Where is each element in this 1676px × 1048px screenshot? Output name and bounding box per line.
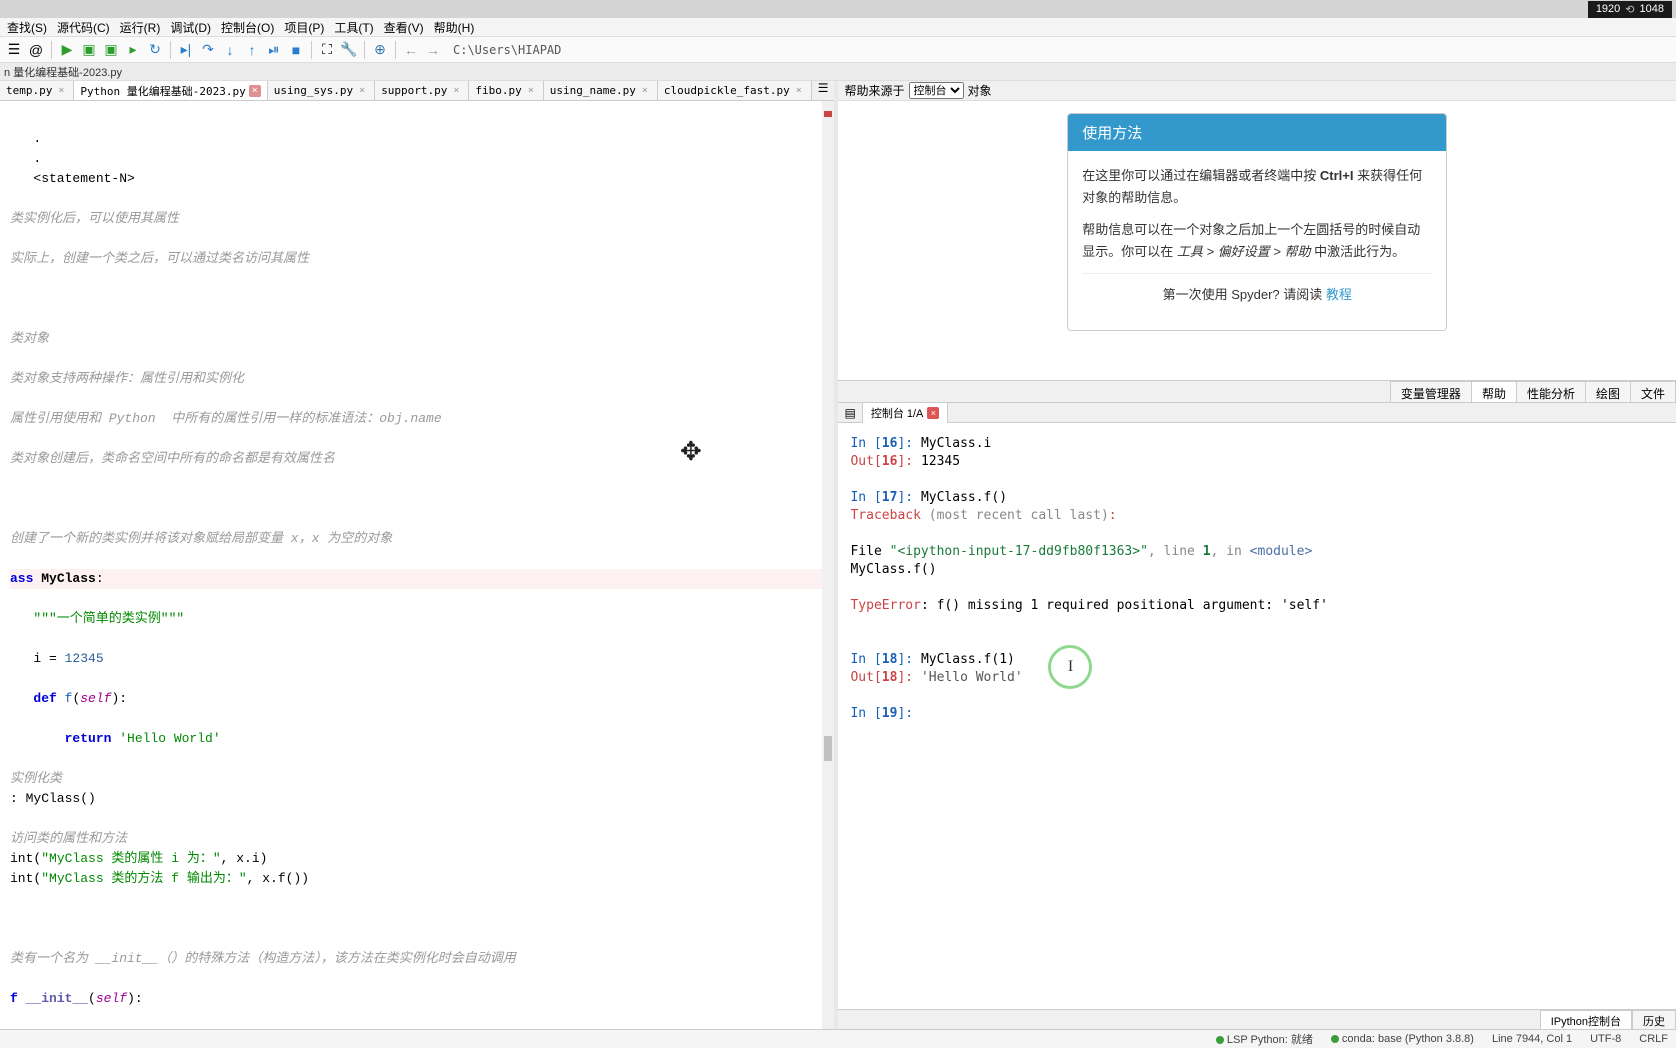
tab-history[interactable]: 历史: [1632, 1010, 1676, 1029]
forward-icon[interactable]: →: [423, 40, 443, 60]
toolbar: ☰ @ ▶ ▣ ▣ ▸ ↻ ▸| ↷ ↓ ↑ ⏯ ■ ⛶ 🔧 ⊕ ← → C:\…: [0, 37, 1676, 63]
right-panel: 帮助来源于 控制台 对象 使用方法 在这里你可以通过在编辑器或者终端中按 Ctr…: [838, 81, 1676, 1029]
menu-console[interactable]: 控制台(O): [216, 17, 279, 38]
help-card-title: 使用方法: [1068, 114, 1446, 151]
resolution-badge: 1920 ⟲ 1048: [1588, 1, 1672, 18]
run-cell-icon[interactable]: ▣: [79, 40, 99, 60]
close-icon[interactable]: ×: [793, 85, 805, 97]
close-icon[interactable]: ×: [249, 85, 261, 97]
help-p2: 帮助信息可以在一个对象之后加上一个左圆括号的时候自动显示。你可以在 工具 > 偏…: [1082, 219, 1432, 263]
debug-stop-icon[interactable]: ■: [286, 40, 306, 60]
console-pane: ▤ 控制台 1/A × In [16]: MyClass.i Out[16]: …: [838, 403, 1676, 1029]
close-icon[interactable]: ×: [927, 407, 939, 419]
help-pane: 使用方法 在这里你可以通过在编辑器或者终端中按 Ctrl+I 来获得任何对象的帮…: [838, 101, 1676, 381]
res-h: 1048: [1640, 3, 1664, 15]
at-icon[interactable]: @: [26, 40, 46, 60]
menu-view[interactable]: 查看(V): [379, 17, 429, 38]
menu-source[interactable]: 源代码(C): [52, 17, 115, 38]
tab-using-name[interactable]: using_name.py×: [544, 81, 658, 100]
rerun-icon[interactable]: ↻: [145, 40, 165, 60]
help-footer: 第一次使用 Spyder? 请阅读 教程: [1082, 273, 1432, 316]
menu-find[interactable]: 查找(S): [2, 17, 52, 38]
menu-list-icon[interactable]: ☰: [4, 40, 24, 60]
editor-panel: temp.py× Python 量化编程基础-2023.py× using_sy…: [0, 81, 838, 1029]
statusbar: LSP Python: 就绪 conda: base (Python 3.8.8…: [0, 1029, 1676, 1048]
console-bottom-tabs: IPython控制台 历史: [838, 1009, 1676, 1029]
tab-using-sys[interactable]: using_sys.py×: [268, 81, 375, 100]
ipython-console[interactable]: In [16]: MyClass.i Out[16]: 12345 In [17…: [838, 423, 1676, 1009]
menu-debug[interactable]: 调试(D): [165, 17, 216, 38]
debug-step-into-icon[interactable]: ↓: [220, 40, 240, 60]
editor-tabs: temp.py× Python 量化编程基础-2023.py× using_sy…: [0, 81, 834, 101]
run-cell-advance-icon[interactable]: ▣: [101, 40, 121, 60]
menu-help[interactable]: 帮助(H): [429, 17, 480, 38]
tab-temp[interactable]: temp.py×: [0, 81, 74, 100]
close-icon[interactable]: ×: [639, 85, 651, 97]
tabs-menu-icon[interactable]: ☰: [812, 81, 835, 100]
menu-run[interactable]: 运行(R): [115, 17, 166, 38]
tutorial-link[interactable]: 教程: [1326, 287, 1352, 302]
debug-step-over-icon[interactable]: ↷: [198, 40, 218, 60]
res-w: 1920: [1596, 3, 1620, 15]
console-tab-1a[interactable]: 控制台 1/A ×: [862, 402, 949, 423]
close-icon[interactable]: ×: [525, 85, 537, 97]
help-object-label: 对象: [968, 82, 992, 99]
menu-tools[interactable]: 工具(T): [329, 17, 378, 38]
help-p1: 在这里你可以通过在编辑器或者终端中按 Ctrl+I 来获得任何对象的帮助信息。: [1082, 165, 1432, 209]
debug-continue-icon[interactable]: ⏯: [264, 40, 284, 60]
menubar[interactable]: 查找(S) 源代码(C) 运行(R) 调试(D) 控制台(O) 项目(P) 工具…: [0, 18, 1676, 37]
code-editor[interactable]: . . <statement-N> 类实例化后，可以使用其属性 实际上，创建一个…: [0, 101, 834, 1029]
link-icon: ⟲: [1625, 3, 1634, 16]
title-strip: 1920 ⟲ 1048: [0, 0, 1676, 18]
help-card: 使用方法 在这里你可以通过在编辑器或者终端中按 Ctrl+I 来获得任何对象的帮…: [1067, 113, 1447, 331]
console-menu-icon[interactable]: ▤: [838, 406, 861, 420]
tab-variable-explorer[interactable]: 变量管理器: [1390, 381, 1472, 402]
debug-step-icon[interactable]: ▸|: [176, 40, 196, 60]
help-source-label: 帮助来源于: [844, 82, 904, 99]
debug-step-out-icon[interactable]: ↑: [242, 40, 262, 60]
tab-main[interactable]: Python 量化编程基础-2023.py×: [74, 81, 267, 100]
python-path-icon[interactable]: ⊕: [370, 40, 390, 60]
maximize-icon[interactable]: ⛶: [317, 40, 337, 60]
back-icon[interactable]: ←: [401, 40, 421, 60]
side-tabs: 变量管理器 帮助 性能分析 绘图 文件: [838, 381, 1676, 403]
breadcrumb: n 量化编程基础-2023.py: [0, 63, 1676, 81]
status-conda: conda: base (Python 3.8.8): [1331, 1033, 1474, 1045]
help-source-select[interactable]: 控制台: [909, 82, 964, 99]
console-tabs: ▤ 控制台 1/A ×: [838, 403, 1676, 423]
close-icon[interactable]: ×: [356, 85, 368, 97]
run-icon[interactable]: ▶: [57, 40, 77, 60]
help-toolbar: 帮助来源于 控制台 对象: [838, 81, 1676, 101]
menu-project[interactable]: 项目(P): [279, 17, 329, 38]
status-encoding: UTF-8: [1590, 1033, 1621, 1045]
close-icon[interactable]: ×: [450, 85, 462, 97]
tab-ipython-console[interactable]: IPython控制台: [1540, 1010, 1632, 1029]
status-position: Line 7944, Col 1: [1492, 1033, 1572, 1045]
tab-support[interactable]: support.py×: [375, 81, 469, 100]
working-dir[interactable]: C:\Users\HIAPAD: [453, 43, 561, 57]
tab-files[interactable]: 文件: [1630, 381, 1676, 402]
tab-help[interactable]: 帮助: [1471, 381, 1517, 402]
run-selection-icon[interactable]: ▸: [123, 40, 143, 60]
status-eol: CRLF: [1639, 1033, 1668, 1045]
tab-plots[interactable]: 绘图: [1585, 381, 1631, 402]
breadcrumb-file: n 量化编程基础-2023.py: [4, 64, 122, 80]
close-icon[interactable]: ×: [55, 85, 67, 97]
status-lsp: LSP Python: 就绪: [1216, 1031, 1313, 1047]
tab-profiler[interactable]: 性能分析: [1516, 381, 1586, 402]
tab-cloudpickle[interactable]: cloudpickle_fast.py×: [658, 81, 812, 100]
settings-icon[interactable]: 🔧: [339, 40, 359, 60]
tab-fibo[interactable]: fibo.py×: [469, 81, 543, 100]
editor-scrollbar[interactable]: [822, 101, 834, 1029]
